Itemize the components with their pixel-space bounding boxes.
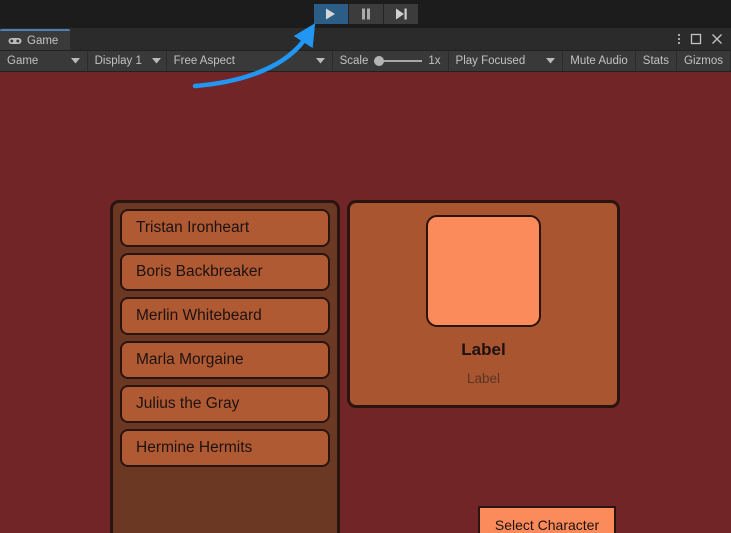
scale-control[interactable]: Scale 1x: [333, 51, 449, 71]
character-name: Hermine Hermits: [136, 439, 252, 457]
step-button[interactable]: [384, 4, 418, 24]
select-character-button[interactable]: Select Character: [478, 506, 616, 533]
chevron-down-icon: [536, 55, 555, 67]
chevron-down-icon: [306, 55, 325, 67]
character-list-item[interactable]: Julius the Gray: [120, 385, 330, 423]
window-controls: [677, 28, 727, 50]
character-name: Marla Morgaine: [136, 351, 244, 369]
character-detail-title: Label: [461, 340, 505, 360]
character-detail-panel: Label Label: [347, 200, 620, 408]
scale-label: Scale: [340, 55, 369, 67]
character-list-item[interactable]: Marla Morgaine: [120, 341, 330, 379]
aspect-selector-label: Free Aspect: [174, 55, 235, 67]
mute-audio-toggle[interactable]: Mute Audio: [563, 51, 636, 71]
tab-strip: Game: [0, 28, 731, 51]
view-selector-label: Game: [7, 55, 38, 67]
play-toolbar: [0, 0, 731, 28]
play-icon: [325, 8, 336, 20]
character-portrait-image: [426, 215, 541, 327]
close-icon[interactable]: [711, 33, 723, 45]
character-list-item[interactable]: Tristan Ironheart: [120, 209, 330, 247]
view-selector-dropdown[interactable]: Game: [0, 51, 88, 71]
character-list-item[interactable]: Hermine Hermits: [120, 429, 330, 467]
pause-icon: [361, 8, 371, 20]
kebab-menu-icon[interactable]: [677, 32, 681, 46]
gizmos-label: Gizmos: [684, 55, 723, 67]
gizmos-dropdown[interactable]: Gizmos: [677, 51, 731, 71]
display-selector-label: Display 1: [95, 55, 142, 67]
game-view-toolbar: Game Display 1 Free Aspect Scale: [0, 51, 731, 72]
character-list-panel: Tristan Ironheart Boris Backbreaker Merl…: [110, 200, 340, 533]
transport-controls: [314, 4, 418, 24]
stats-toggle[interactable]: Stats: [636, 51, 677, 71]
chevron-down-icon: [142, 55, 161, 67]
gamepad-icon: [8, 36, 22, 46]
scale-slider[interactable]: [374, 60, 422, 62]
character-list-item[interactable]: Boris Backbreaker: [120, 253, 330, 291]
character-detail-subtitle: Label: [467, 371, 500, 386]
character-name: Julius the Gray: [136, 395, 239, 413]
scale-slider-handle[interactable]: [374, 56, 384, 66]
mute-audio-label: Mute Audio: [570, 55, 628, 67]
character-name: Tristan Ironheart: [136, 219, 249, 237]
play-button[interactable]: [314, 4, 349, 24]
display-selector-dropdown[interactable]: Display 1: [88, 51, 167, 71]
character-name: Merlin Whitebeard: [136, 307, 262, 325]
unity-editor-window: Game: [0, 0, 731, 532]
tab-game[interactable]: Game: [0, 29, 70, 50]
chevron-down-icon: [61, 55, 80, 67]
tab-game-label: Game: [27, 35, 58, 47]
focus-selector-label: Play Focused: [456, 55, 526, 67]
stats-label: Stats: [643, 55, 669, 67]
game-render-area: Tristan Ironheart Boris Backbreaker Merl…: [0, 72, 731, 533]
scale-value: 1x: [428, 55, 440, 67]
pause-button[interactable]: [349, 4, 384, 24]
game-view-window: Game: [0, 28, 731, 532]
aspect-selector-dropdown[interactable]: Free Aspect: [167, 51, 333, 71]
character-list-item[interactable]: Merlin Whitebeard: [120, 297, 330, 335]
focus-selector-dropdown[interactable]: Play Focused: [449, 51, 564, 71]
select-character-label: Select Character: [495, 517, 599, 533]
maximize-icon[interactable]: [690, 33, 702, 45]
step-forward-icon: [395, 8, 407, 20]
character-name: Boris Backbreaker: [136, 263, 263, 281]
